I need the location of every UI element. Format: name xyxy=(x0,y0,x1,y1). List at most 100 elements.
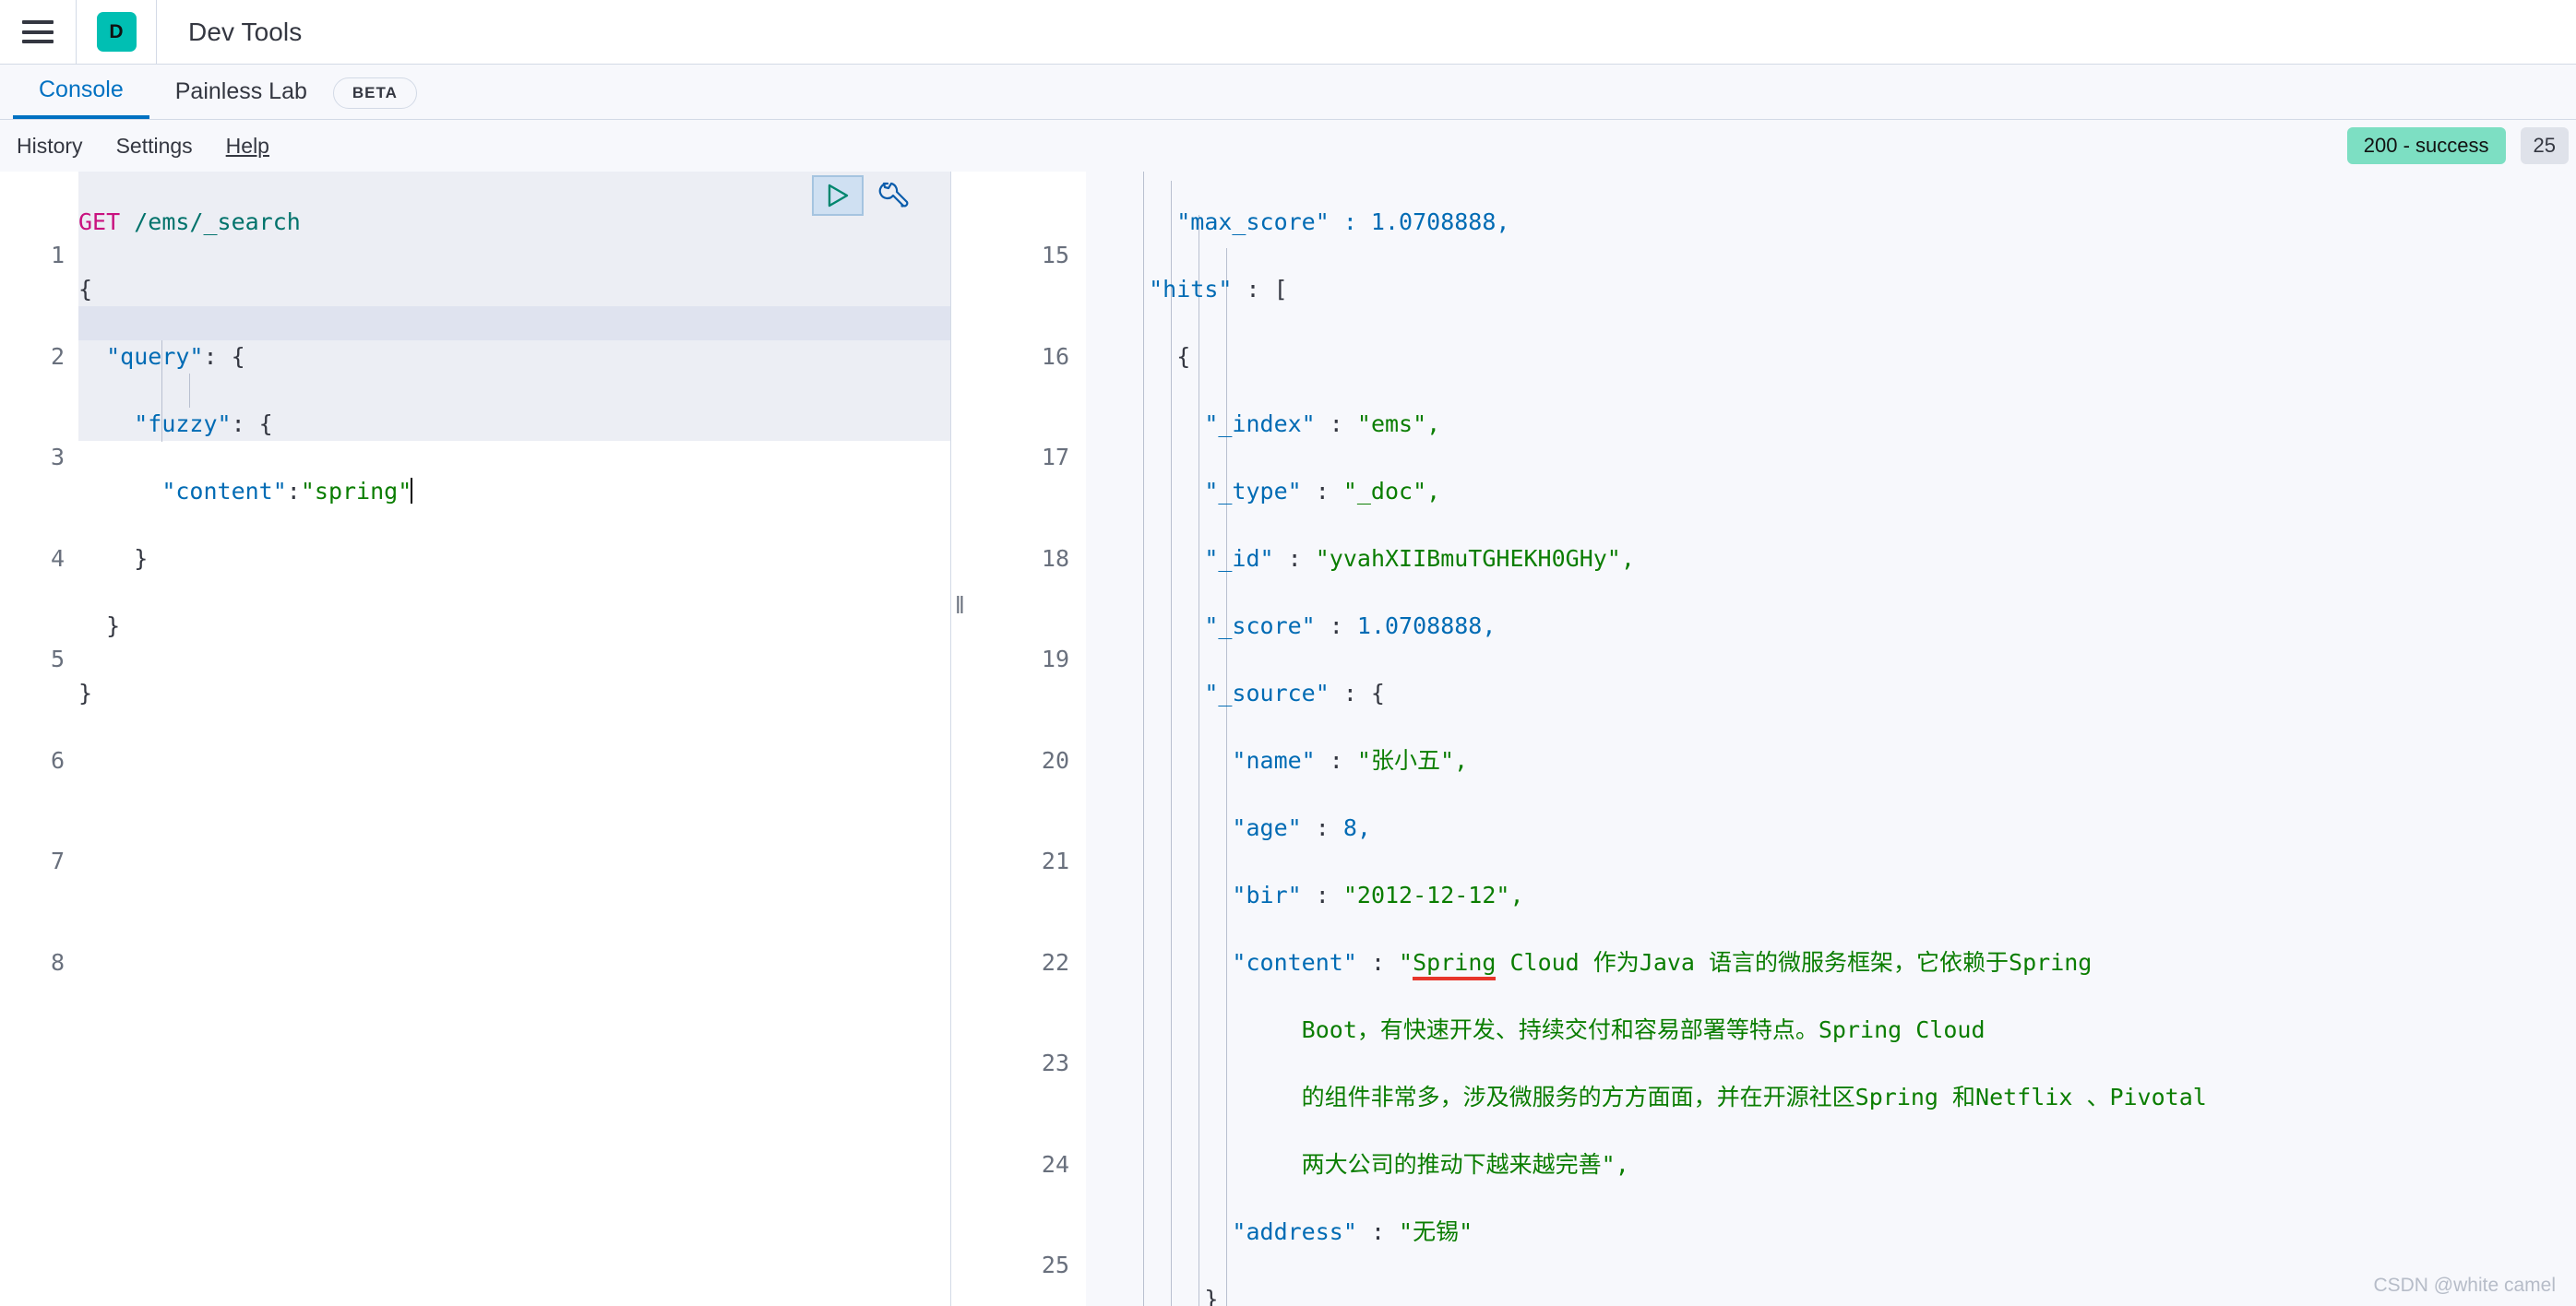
line-number[interactable]: 17 xyxy=(975,441,1069,475)
code-token: } xyxy=(1204,1285,1219,1306)
request-path: /ems/_search xyxy=(134,208,301,235)
line-number: 23 xyxy=(1041,1050,1069,1076)
code-line: "content" : "Spring Cloud 作为Java 语言的微服务框… xyxy=(1121,946,2207,980)
code-line: } xyxy=(78,542,411,576)
code-line: "bir" : "2012-12-12", xyxy=(1232,881,1524,908)
submenu-item-history[interactable]: History xyxy=(17,134,83,159)
code-line: Boot，有快速开发、持续交付和容易部署等特点。Spring Cloud xyxy=(1121,1014,2207,1048)
editor-actions xyxy=(812,175,912,216)
request-options-button[interactable] xyxy=(873,176,912,215)
code-token: "_type" xyxy=(1204,477,1302,505)
code-line: "content":"spring" xyxy=(78,475,413,509)
code-token: Cloud 作为Java 语言的微服务框架，它依赖于Spring xyxy=(1496,948,2093,976)
beta-badge: BETA xyxy=(332,77,417,109)
code-token: "2012-12-12", xyxy=(1342,881,1524,908)
code-token: "无锡" xyxy=(1399,1217,1473,1245)
page-title: Dev Tools xyxy=(188,17,303,46)
code-token: : xyxy=(286,477,301,505)
submenu-item-help[interactable]: Help xyxy=(226,134,269,159)
code-token: { xyxy=(78,275,93,303)
console-panes: 1 2 3 4 5 6 7 8 GET /ems/_search { "quer… xyxy=(0,172,2576,1306)
code-line: "_index" : "ems", xyxy=(1204,410,1441,437)
code-token: "_score" xyxy=(1204,611,1316,639)
code-token: : { xyxy=(1329,679,1385,706)
code-line: "_type" : "_doc", xyxy=(1204,477,1441,505)
code-token: 的组件非常多，涉及微服务的方方面面，并在开源社区Spring 和Netflix … xyxy=(1301,1083,2207,1110)
response-code[interactable]: "max_score" : 1.0708888, "hits" : [ { "_… xyxy=(1086,172,2207,1306)
line-number[interactable]: 16 xyxy=(975,340,1069,374)
splitter-grip[interactable]: ‖ xyxy=(955,591,965,620)
send-request-button[interactable] xyxy=(812,175,864,216)
code-token: "_id" xyxy=(1204,544,1274,572)
code-token: Boot，有快速开发、持续交付和容易部署等特点。Spring Cloud xyxy=(1301,1015,1986,1043)
code-token: "address" xyxy=(1232,1217,1357,1245)
response-time-badge: 25 xyxy=(2520,127,2569,164)
code-line: "address" : "无锡" xyxy=(1232,1217,1473,1245)
highlighted-term: Spring xyxy=(1413,948,1497,980)
code-line: "age" : 8, xyxy=(1232,813,1371,841)
code-line: { xyxy=(78,273,411,307)
app-logo[interactable]: D xyxy=(77,0,157,64)
code-token: "yvahXIIBmuTGHEKH0GHy", xyxy=(1315,544,1635,572)
code-token: "content" xyxy=(161,477,287,505)
console-submenu: History Settings Help 200 - success 25 xyxy=(0,120,2576,172)
line-number[interactable]: 7 xyxy=(0,845,65,879)
code-token: "张小五", xyxy=(1356,746,1469,774)
line-number[interactable]: 2 xyxy=(0,340,65,374)
code-line: 的组件非常多，涉及微服务的方方面面，并在开源社区Spring 和Netflix … xyxy=(1121,1081,2207,1115)
line-number[interactable]: 8 xyxy=(0,946,65,980)
submenu-item-settings[interactable]: Settings xyxy=(116,134,193,159)
line-number: 15 xyxy=(1041,242,1069,268)
code-token: "_index" xyxy=(1204,410,1316,437)
logo-letter: D xyxy=(96,12,137,52)
code-line: } xyxy=(78,610,411,644)
line-number: 1 xyxy=(50,242,65,268)
code-token: "name" xyxy=(1232,746,1316,774)
code-token: "hits" xyxy=(1149,275,1233,303)
code-token: } xyxy=(106,611,121,639)
code-token: { xyxy=(1176,342,1191,370)
line-number: 20 xyxy=(1041,746,1069,774)
request-code[interactable]: GET /ems/_search { "query": { "fuzzy": {… xyxy=(78,172,413,778)
code-token: : [ xyxy=(1232,275,1288,303)
line-number[interactable]: 6 xyxy=(0,744,65,778)
tab-console[interactable]: Console xyxy=(13,65,149,119)
response-pane[interactable]: 15 16 17 18 19 20 21 22 23 24 25 26 27 2… xyxy=(975,172,2576,1306)
code-line: "hits" : [ xyxy=(1121,273,2207,307)
line-number: 21 xyxy=(1041,848,1069,874)
menu-button[interactable] xyxy=(0,0,77,64)
code-token: "ems", xyxy=(1356,410,1441,437)
top-chrome-bar: D Dev Tools xyxy=(0,0,2576,65)
code-line: "_source" : { xyxy=(1121,677,2207,711)
code-token: "age" xyxy=(1232,813,1302,841)
response-status-area: 200 - success 25 xyxy=(2346,120,2576,172)
line-number: 5 xyxy=(50,646,65,672)
code-token: 1.0708888, xyxy=(1356,611,1497,639)
request-editor-pane[interactable]: 1 2 3 4 5 6 7 8 GET /ems/_search { "quer… xyxy=(0,172,951,1306)
request-gutter: 1 2 3 4 5 6 7 8 xyxy=(0,172,68,1047)
line-number[interactable]: 22 xyxy=(975,946,1069,980)
code-token: "bir" xyxy=(1232,881,1302,908)
code-token: "spring" xyxy=(300,477,412,505)
code-line: "_id" : "yvahXIIBmuTGHEKH0GHy", xyxy=(1204,544,1635,572)
code-token: "_source" xyxy=(1204,679,1330,706)
line-number[interactable]: 3 xyxy=(0,441,65,475)
wrench-icon xyxy=(878,182,909,208)
code-line: { xyxy=(1121,340,2207,374)
code-token: "max_score" : 1.0708888, xyxy=(1176,208,1510,235)
pane-splitter[interactable]: ‖ xyxy=(951,172,975,1306)
line-number[interactable]: 4 xyxy=(0,542,65,576)
tab-painless-lab[interactable]: Painless Lab xyxy=(149,65,333,119)
code-line: GET /ems/_search xyxy=(78,206,411,240)
code-token: } xyxy=(78,679,93,706)
http-method: GET xyxy=(78,208,121,235)
code-line: "_score" : 1.0708888, xyxy=(1204,611,1497,639)
line-number: 25 xyxy=(1041,1252,1069,1278)
code-token: 两大公司的推动下越来越完善", xyxy=(1301,1150,1629,1178)
line-number: 19 xyxy=(1041,646,1069,672)
code-token: : { xyxy=(231,410,273,437)
line-number: 24 xyxy=(1041,1150,1069,1178)
code-line: "query": { xyxy=(78,340,411,374)
text-cursor xyxy=(411,477,413,504)
watermark: CSDN @white camel xyxy=(2373,1275,2556,1296)
